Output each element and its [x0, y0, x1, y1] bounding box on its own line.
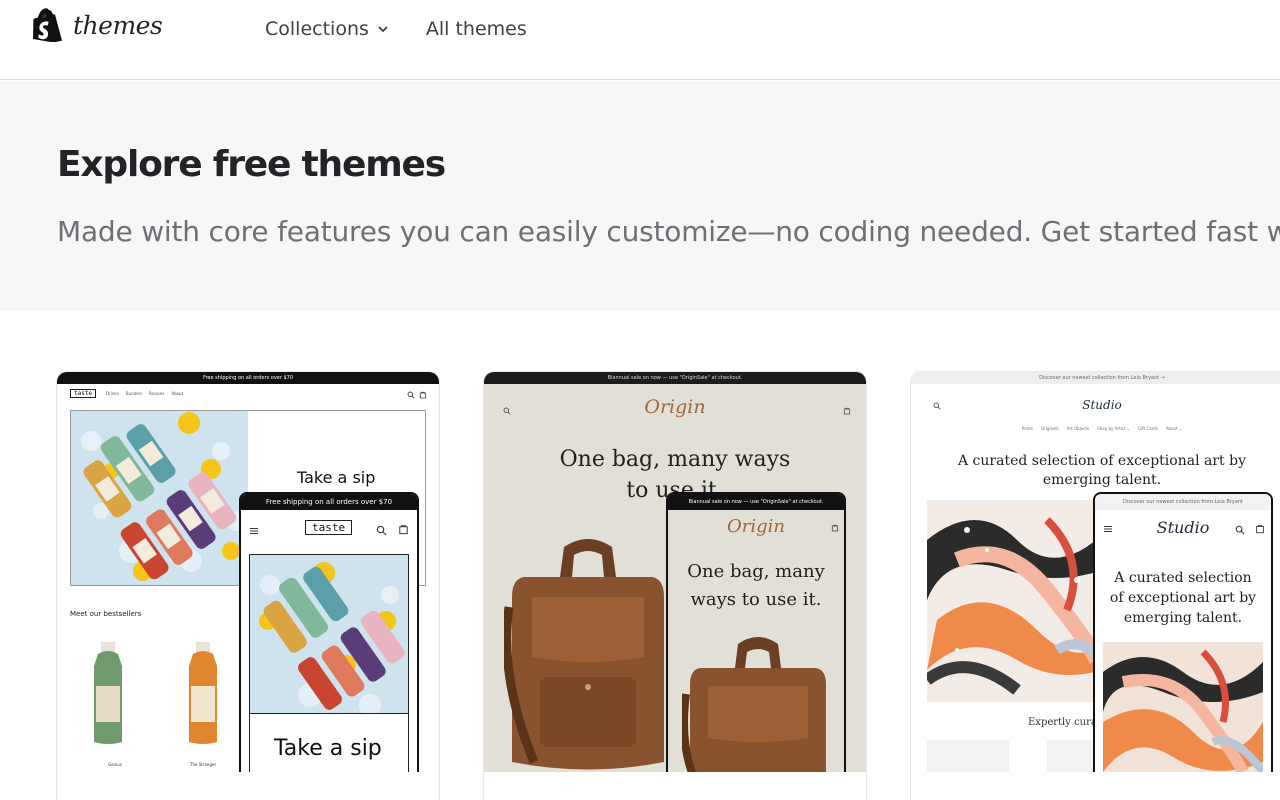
nav-link: Shop by Artist ⌄ — [1097, 426, 1130, 431]
headline-line: One bag, many ways — [559, 447, 791, 472]
card-footer — [484, 772, 866, 800]
search-icon — [1235, 525, 1245, 535]
abstract-artwork-image — [1103, 642, 1263, 772]
headline-line: emerging talent. — [1123, 610, 1243, 626]
desktop-headline: A curated selection of exceptional art b… — [951, 452, 1253, 490]
mobile-headline: One bag, many ways to use it. — [668, 558, 844, 614]
search-icon — [407, 391, 415, 399]
product-tile — [927, 740, 1009, 772]
theme-card-origin[interactable]: Biannual sale on now — use "OriginSale" … — [484, 372, 866, 800]
headline-line: One bag, many — [687, 561, 825, 582]
shopify-themes-logo[interactable]: themes — [33, 8, 163, 42]
juice-bottles-image — [71, 411, 248, 585]
cart-icon — [1256, 525, 1264, 534]
desktop-announcement-bar: Free shipping on all orders over $70 — [57, 372, 439, 384]
nav-link: About ⌄ — [1165, 426, 1183, 431]
page-subtitle: Made with core features you can easily c… — [57, 215, 1280, 248]
desktop-logo: Studio — [1082, 398, 1122, 412]
mobile-announcement-bar: Discover our newest collection from Leia… — [1095, 494, 1271, 510]
desktop-nav-links: Prints Originals Art Objects Shop by Artist… — [911, 426, 1280, 431]
nav-collections[interactable]: Collections — [265, 15, 389, 43]
mobile-hero-title-box: Take a sip — [249, 714, 409, 772]
hamburger-menu-icon — [250, 528, 258, 534]
product-bottle-image — [189, 642, 217, 744]
search-icon — [376, 525, 387, 536]
nav-link: Prints — [1021, 426, 1034, 431]
leather-bag-image — [682, 637, 826, 772]
leather-bag-image — [504, 539, 664, 770]
page-title: Explore free themes — [57, 144, 446, 185]
desktop-announcement-bar: Biannual sale on now — use "OriginSale" … — [484, 372, 866, 384]
nav-link: Drinks — [106, 391, 119, 396]
product-name: Genius — [108, 762, 122, 767]
mobile-logo: Origin — [727, 516, 785, 537]
theme-preview-studio: Discover our newest collection from Leia… — [911, 372, 1280, 772]
mobile-hero-title: Take a sip — [274, 736, 382, 761]
nav-collections-label: Collections — [265, 18, 369, 40]
nav-link: Recipes — [148, 391, 165, 396]
mobile-preview: Free shipping on all orders over $70 tas… — [239, 492, 419, 772]
mobile-headline: A curated selection of exceptional art b… — [1095, 568, 1271, 628]
mobile-juice-image — [249, 554, 409, 714]
cart-icon — [399, 525, 408, 535]
logo-wordmark: themes — [73, 11, 163, 40]
desktop-hero-title: Take a sip — [297, 468, 376, 487]
shopify-bag-icon — [33, 8, 62, 42]
theme-card-studio[interactable]: Discover our newest collection from Leia… — [911, 372, 1280, 800]
product-bottle-image — [94, 642, 122, 744]
theme-preview-origin: Biannual sale on now — use "OriginSale" … — [484, 372, 866, 772]
hero-section: Explore free themes Made with core featu… — [0, 81, 1280, 311]
main-nav: Collections All themes — [265, 15, 527, 43]
bestsellers-heading: Meet our bestsellers — [70, 610, 142, 618]
mobile-announcement-bar: Free shipping on all orders over $70 — [241, 494, 417, 510]
chevron-down-icon — [378, 26, 388, 33]
desktop-nav: taste Drinks Bundles Recipes About — [70, 389, 190, 398]
nav-link: Bundles — [125, 391, 142, 396]
desktop-logo: taste — [70, 389, 97, 398]
nav-link: Art Objects — [1066, 426, 1090, 431]
desktop-nav-links: Drinks Bundles Recipes About — [106, 391, 190, 396]
product-name: The Stranger — [190, 762, 217, 767]
headline-line: A curated selection — [1114, 570, 1252, 586]
desktop-announcement-bar: Discover our newest collection from Leia… — [911, 372, 1280, 384]
cart-icon — [419, 391, 427, 399]
theme-card-taste[interactable]: Free shipping on all orders over $70 tas… — [57, 372, 439, 800]
card-footer — [911, 772, 1280, 800]
mobile-preview: Biannual sale on now — use "OriginSale" … — [666, 492, 846, 772]
nav-all-themes[interactable]: All themes — [426, 15, 527, 43]
mobile-announcement-bar: Biannual sale on now — use "OriginSale" … — [668, 494, 844, 510]
headline-line: of exceptional art by — [1109, 590, 1257, 606]
mobile-preview: Discover our newest collection from Leia… — [1093, 492, 1273, 772]
headline-line: ways to use it. — [690, 589, 822, 610]
nav-link: Originals — [1041, 426, 1059, 431]
desktop-logo: Origin — [644, 396, 706, 418]
headline-line: emerging talent. — [1042, 472, 1162, 488]
headline-line: A curated selection of exceptional art b… — [958, 453, 1246, 469]
mobile-logo: taste — [305, 520, 353, 535]
nav-link: About — [171, 391, 184, 396]
card-footer — [57, 772, 439, 800]
site-header: themes Collections All themes — [0, 0, 1280, 80]
nav-link: Gift Cards — [1137, 426, 1158, 431]
nav-all-themes-label: All themes — [425, 18, 527, 40]
theme-preview-taste: Free shipping on all orders over $70 tas… — [57, 372, 439, 772]
